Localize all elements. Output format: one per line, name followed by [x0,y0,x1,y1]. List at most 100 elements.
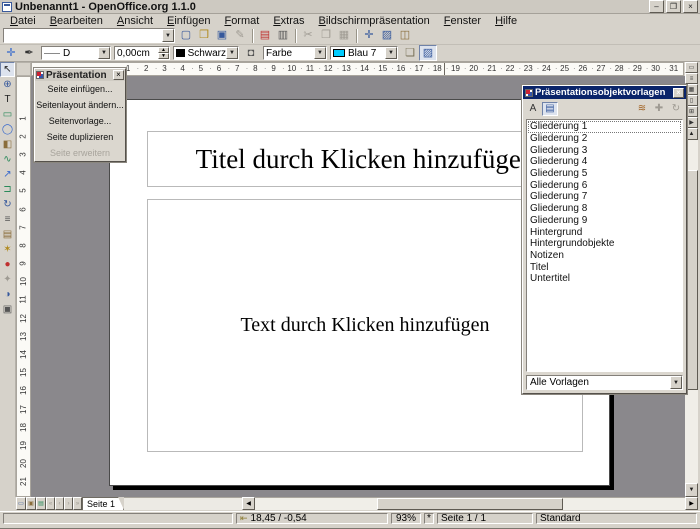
menu-ansicht[interactable]: Ansicht [110,15,160,27]
title-placeholder[interactable]: Titel durch Klicken hinzufügen [147,131,583,187]
style-list-item[interactable]: Gliederung 8 [528,203,681,215]
presentation-box-tool[interactable]: ▣ [0,302,15,317]
menu-fenster[interactable]: Fenster [437,15,488,27]
status-zoom-field[interactable]: 93% [391,513,421,524]
rectangle-tool[interactable]: ▭ [0,107,15,122]
line-color-select[interactable]: Schwarz ▼ [173,46,239,60]
arrange-tool[interactable]: ▤ [0,227,15,242]
page-style-item[interactable]: Seitenvorlage... [35,113,125,129]
line-width-stepper[interactable]: ▲▼ [158,47,169,59]
save-icon[interactable]: ▣ [213,28,231,44]
open-icon[interactable]: ❒ [195,28,213,44]
url-combobox[interactable]: ▼ [3,28,175,43]
style-list-item[interactable]: Gliederung 1 [528,121,681,133]
master-mode-button[interactable]: ▣ [26,497,36,510]
chevron-down-icon[interactable]: ▼ [670,376,682,389]
line-style-select[interactable]: D ▼ [41,46,111,60]
horizontal-scrollbar-track[interactable] [255,497,685,510]
chevron-down-icon[interactable]: ▼ [314,47,326,59]
insert-slide-item[interactable]: Seite einfügen... [35,81,125,97]
pdf-export-icon[interactable]: ▤ [256,28,274,44]
edit-points-icon[interactable]: ✛ [2,45,20,61]
chevron-down-icon[interactable]: ▼ [226,47,238,59]
area-icon[interactable]: ◘ [242,45,260,61]
zoom-tool[interactable]: ⊕ [0,77,15,92]
ruler-mark: 17 [17,400,30,418]
menu-datei[interactable]: Datei [3,15,43,27]
stylist-titlebar[interactable]: Präsentationsobjektvorlagen × [523,86,686,99]
objects-3d-tool[interactable]: ◧ [0,137,15,152]
style-list-item[interactable]: Gliederung 4 [528,156,681,168]
menu-format[interactable]: Format [217,15,266,27]
menu-extras[interactable]: Extras [266,15,311,27]
style-list-item[interactable]: Gliederung 9 [528,215,681,227]
shadow-icon[interactable]: ❏ [401,45,419,61]
menu-einfuegen[interactable]: Einfügen [160,15,217,27]
menu-bearbeiten[interactable]: Bearbeiten [43,15,110,27]
close-button[interactable]: × [683,0,698,13]
minimize-button[interactable]: – [649,0,664,13]
connector-tool[interactable]: ⊐ [0,182,15,197]
outline-view-button[interactable]: ≡ [685,73,698,84]
curve-tool[interactable]: ∿ [0,152,15,167]
line-ends-style-icon[interactable]: ✒ [20,45,38,61]
menu-bildschirmpraesentation[interactable]: Bildschirmpräsentation [312,15,437,27]
ellipse-tool[interactable]: ◯ [0,122,15,137]
duplicate-slide-item[interactable]: Seite duplizieren [35,129,125,145]
presentation-styles-icon[interactable]: ▤ [542,102,558,116]
fill-color-select[interactable]: Blau 7 ▼ [330,46,398,60]
scroll-right-button[interactable]: ▶ [685,497,698,510]
alignment-tool[interactable]: ≡ [0,212,15,227]
menu-hilfe[interactable]: Hilfe [488,15,524,27]
interaction-tool[interactable]: ● [0,257,15,272]
style-list-item[interactable]: Untertitel [528,273,681,285]
page-mode-button[interactable]: ▭ [16,497,26,510]
stylist-icon[interactable]: ▨ [378,28,396,44]
fill-format-mode-icon[interactable]: ≋ [634,102,650,116]
style-list-item[interactable]: Titel [528,261,681,273]
text-tool[interactable]: T [0,92,15,107]
body-placeholder[interactable]: Text durch Klicken hinzufügen [147,199,583,452]
scroll-left-button[interactable]: ◀ [242,497,255,510]
gallery-icon[interactable]: ◫ [396,28,414,44]
ruler-mark: 30 [646,63,664,75]
horizontal-scrollbar-thumb[interactable] [377,498,563,510]
style-list-item[interactable]: Gliederung 7 [528,191,681,203]
url-input[interactable] [4,29,162,42]
new-document-icon[interactable]: ▢ [177,28,195,44]
ruler-mark: 25 [556,63,574,75]
layer-mode-button[interactable]: ▤ [36,497,46,510]
rotate-tool[interactable]: ↻ [0,197,15,212]
close-icon[interactable]: × [113,70,124,80]
style-list-item[interactable]: Gliederung 3 [528,144,681,156]
style-list-item[interactable]: Gliederung 6 [528,179,681,191]
animation-effects-tool: ✦ [0,272,15,287]
fill-style-select[interactable]: Farbe ▼ [263,46,327,60]
chevron-down-icon[interactable]: ▼ [162,29,174,42]
modify-layout-item[interactable]: Seitenlayout ändern... [35,97,125,113]
lines-arrows-tool[interactable]: ↗ [0,167,15,182]
style-list-item[interactable]: Hintergrund [528,226,681,238]
style-list: Gliederung 1Gliederung 2Gliederung 3Glie… [526,119,683,372]
navigator-icon[interactable]: ✛ [360,28,378,44]
tab-seite-1[interactable]: Seite 1 [82,497,124,510]
stylist-toggle-icon[interactable]: ▨ [419,45,437,61]
graphic-styles-icon[interactable]: A [525,102,541,116]
effects-tool[interactable]: ✶ [0,242,15,257]
print-icon[interactable]: ▥ [274,28,292,44]
drawing-view-button[interactable]: ▭ [685,62,698,73]
scroll-down-button[interactable]: ▼ [685,483,698,497]
select-tool[interactable]: ↖ [0,62,15,77]
style-filter-select[interactable]: Alle Vorlagen ▼ [526,375,683,390]
style-list-item[interactable]: Notizen [528,250,681,262]
restore-button[interactable]: ❐ [666,0,681,13]
style-list-item[interactable]: Hintergrundobjekte [528,238,681,250]
presentation-palette-titlebar[interactable]: Präsentation × [35,69,125,81]
style-list-item[interactable]: Gliederung 5 [528,168,681,180]
controller-3d-tool[interactable]: ◑ [0,287,15,302]
style-list-item[interactable]: Gliederung 2 [528,133,681,145]
close-icon[interactable]: × [673,88,684,98]
chevron-down-icon[interactable]: ▼ [98,47,110,59]
chevron-down-icon[interactable]: ▼ [385,47,397,59]
line-width-input[interactable]: 0,00cm ▲▼ [114,46,170,60]
